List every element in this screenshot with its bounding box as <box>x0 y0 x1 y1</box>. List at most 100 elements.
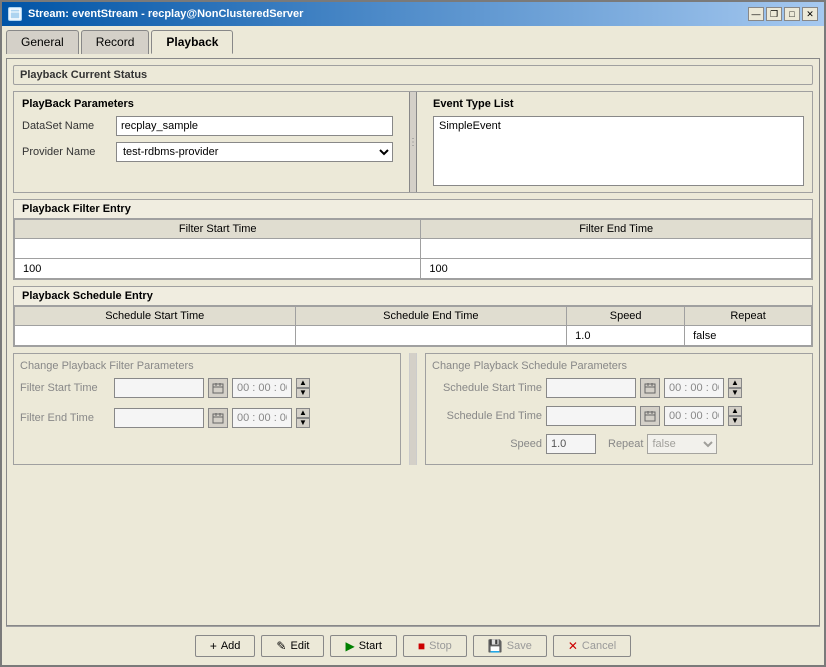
dataset-label: DataSet Name <box>22 120 112 132</box>
playback-schedule-section: Playback Schedule Entry Schedule Start T… <box>13 286 813 347</box>
sched-r1-c1 <box>15 326 296 346</box>
filter-row-1 <box>15 239 812 259</box>
stop-button[interactable]: ■ Stop <box>403 635 467 657</box>
filter-start-row: Filter Start Time <box>20 378 394 398</box>
change-schedule-params: Change Playback Schedule Parameters Sche… <box>425 353 813 465</box>
close-button[interactable]: ✕ <box>802 7 818 21</box>
speed-input[interactable] <box>546 434 596 454</box>
sched-col2-header: Schedule End Time <box>295 307 567 326</box>
cancel-button[interactable]: ✕ Cancel <box>553 635 631 657</box>
sched-start-time[interactable] <box>664 378 724 398</box>
stop-label: Stop <box>429 640 452 652</box>
minimize-button[interactable]: — <box>748 7 764 21</box>
repeat-label: Repeat <box>608 438 643 450</box>
speed-repeat-row: Speed Repeat false true <box>432 434 806 454</box>
start-label: Start <box>359 640 382 652</box>
tab-bar: General Record Playback <box>6 30 820 54</box>
filter-start-time[interactable] <box>232 378 292 398</box>
sched-col1-header: Schedule Start Time <box>15 307 296 326</box>
filter-table: Filter Start Time Filter End Time 100 10… <box>14 219 812 279</box>
speed-label: Speed <box>432 438 542 450</box>
sched-end-row: Schedule End Time <box>432 406 806 426</box>
filter-start-down[interactable]: ▼ <box>296 388 310 398</box>
playback-filter-section: Playback Filter Entry Filter Start Time … <box>13 199 813 280</box>
window-title: Stream: eventStream - recplay@NonCluster… <box>28 8 303 20</box>
filter-start-spinner: ▲ ▼ <box>296 378 310 398</box>
sched-end-down[interactable]: ▼ <box>728 416 742 426</box>
provider-row: Provider Name test-rdbms-provider <box>22 142 393 162</box>
title-bar-left: Stream: eventStream - recplay@NonCluster… <box>8 7 303 21</box>
sched-end-spinner: ▲ ▼ <box>728 406 742 426</box>
event-type-section: Event Type List SimpleEvent <box>425 92 812 192</box>
dataset-input[interactable] <box>116 116 393 136</box>
window-icon <box>8 7 22 21</box>
maximize-button[interactable]: □ <box>784 7 800 21</box>
sched-col3-header: Speed <box>567 307 685 326</box>
sched-start-cal-button[interactable] <box>640 378 660 398</box>
event-listbox-item[interactable]: SimpleEvent <box>436 119 801 133</box>
filter-r2-c2: 100 <box>421 259 812 279</box>
provider-select[interactable]: test-rdbms-provider <box>116 142 393 162</box>
sched-end-up[interactable]: ▲ <box>728 406 742 416</box>
repeat-select[interactable]: false true <box>647 434 717 454</box>
sched-end-time[interactable] <box>664 406 724 426</box>
filter-row-2: 100 100 <box>15 259 812 279</box>
filter-end-cal-button[interactable] <box>208 408 228 428</box>
save-icon: 💾 <box>488 639 503 653</box>
filter-start-up[interactable]: ▲ <box>296 378 310 388</box>
filter-start-label: Filter Start Time <box>20 382 110 394</box>
sched-end-label: Schedule End Time <box>432 410 542 422</box>
filter-end-up[interactable]: ▲ <box>296 408 310 418</box>
sched-start-date[interactable] <box>546 378 636 398</box>
main-panel: Playback Current Status PlayBack Paramet… <box>6 58 820 626</box>
params-event-row: PlayBack Parameters DataSet Name Provide… <box>13 91 813 193</box>
filter-r1-c1 <box>15 239 421 259</box>
tab-general[interactable]: General <box>6 30 79 54</box>
filter-end-row: Filter End Time <box>20 408 394 428</box>
change-filter-title: Change Playback Filter Parameters <box>20 360 394 372</box>
tab-record[interactable]: Record <box>81 30 150 54</box>
title-bar: Stream: eventStream - recplay@NonCluster… <box>2 2 824 26</box>
add-button[interactable]: + Add <box>195 635 256 657</box>
change-filter-params: Change Playback Filter Parameters Filter… <box>13 353 401 465</box>
sched-start-spinner: ▲ ▼ <box>728 378 742 398</box>
sched-end-date[interactable] <box>546 406 636 426</box>
filter-end-down[interactable]: ▼ <box>296 418 310 428</box>
bottom-sections: Change Playback Filter Parameters Filter… <box>13 353 813 465</box>
schedule-title: Playback Schedule Entry <box>14 287 812 306</box>
edit-icon: ✎ <box>276 639 286 653</box>
sched-end-cal-button[interactable] <box>640 406 660 426</box>
start-button[interactable]: ▶ Start <box>330 635 396 657</box>
main-window: Stream: eventStream - recplay@NonCluster… <box>0 0 826 667</box>
cancel-label: Cancel <box>582 640 616 652</box>
title-buttons: — ❐ □ ✕ <box>748 7 818 21</box>
sched-start-down[interactable]: ▼ <box>728 388 742 398</box>
filter-end-time[interactable] <box>232 408 292 428</box>
tab-playback[interactable]: Playback <box>151 30 233 54</box>
add-icon: + <box>210 639 217 653</box>
schedule-params-form: Schedule Start Time <box>432 378 806 458</box>
playback-params-section: PlayBack Parameters DataSet Name Provide… <box>14 92 401 192</box>
filter-end-spinner: ▲ ▼ <box>296 408 310 428</box>
footer: + Add ✎ Edit ▶ Start ■ Stop 💾 Save ✕ <box>6 626 820 661</box>
edit-button[interactable]: ✎ Edit <box>261 635 324 657</box>
filter-r2-c1: 100 <box>15 259 421 279</box>
filter-col1-header: Filter Start Time <box>15 220 421 239</box>
provider-label: Provider Name <box>22 146 112 158</box>
sched-r1-c3: 1.0 <box>567 326 685 346</box>
add-label: Add <box>221 640 241 652</box>
filter-start-cal-button[interactable] <box>208 378 228 398</box>
restore-button[interactable]: ❐ <box>766 7 782 21</box>
playback-params-title: PlayBack Parameters <box>22 98 393 110</box>
filter-end-label: Filter End Time <box>20 412 110 424</box>
filter-start-date[interactable] <box>114 378 204 398</box>
playback-status-header: Playback Current Status <box>13 65 813 85</box>
edit-label: Edit <box>290 640 309 652</box>
scroll-divider[interactable]: ⋮ <box>409 92 417 192</box>
save-button[interactable]: 💾 Save <box>473 635 547 657</box>
sched-start-up[interactable]: ▲ <box>728 378 742 388</box>
schedule-row-1: 1.0 false <box>15 326 812 346</box>
cancel-icon: ✕ <box>568 639 578 653</box>
filter-end-date[interactable] <box>114 408 204 428</box>
event-listbox[interactable]: SimpleEvent <box>433 116 804 186</box>
